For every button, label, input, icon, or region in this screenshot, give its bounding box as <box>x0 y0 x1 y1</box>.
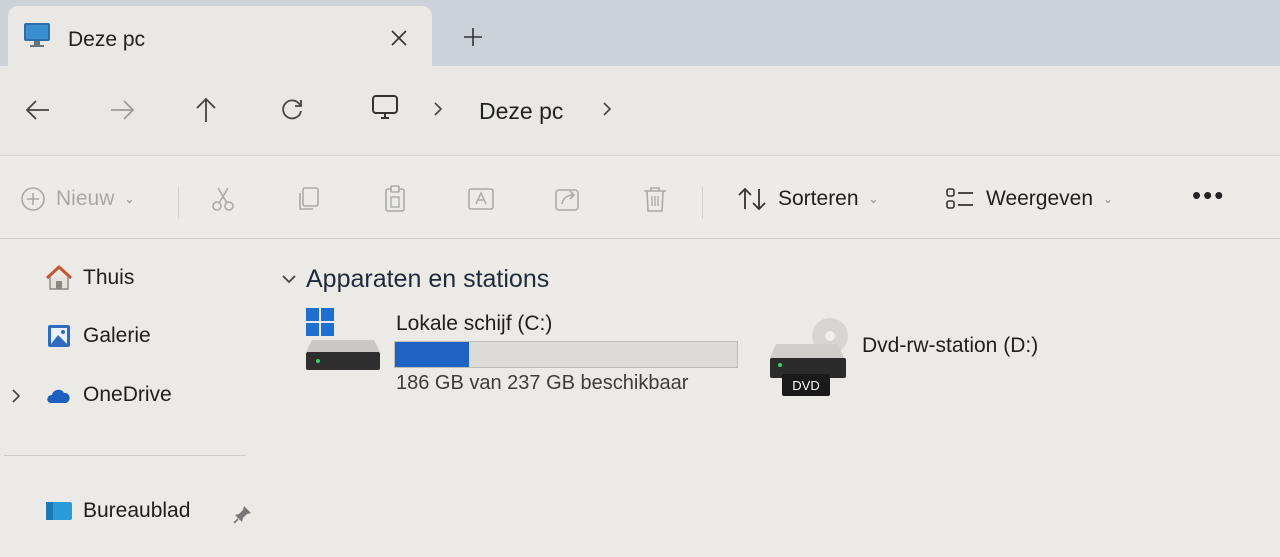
chevron-down-icon: ⌄ <box>868 192 879 206</box>
plus-icon <box>464 28 482 46</box>
desktop-icon <box>44 496 74 526</box>
delete-button[interactable] <box>640 179 670 219</box>
copy-icon <box>299 187 319 210</box>
paste-button[interactable] <box>380 179 410 219</box>
home-icon <box>44 263 74 293</box>
chevron-down-icon <box>282 275 296 284</box>
refresh-button[interactable] <box>272 90 312 130</box>
sidebar-divider <box>4 455 246 456</box>
divider <box>702 187 703 219</box>
sidebar-item-gallery[interactable]: Galerie <box>44 318 151 354</box>
arrow-left-icon <box>25 100 49 120</box>
arrow-right-icon <box>111 100 135 120</box>
view-list-icon <box>946 188 973 209</box>
divider <box>178 187 179 219</box>
chevron-down-icon: ⌄ <box>1103 192 1114 206</box>
more-options-button[interactable]: ••• <box>1192 180 1225 211</box>
rename-button[interactable] <box>466 179 496 219</box>
drive-c-name: Lokale schijf (C:) <box>396 312 553 335</box>
new-button[interactable]: Nieuw ⌄ <box>20 179 134 219</box>
sidebar-item-home[interactable]: Thuis <box>44 260 134 296</box>
breadcrumb-item[interactable]: Deze pc <box>479 98 563 125</box>
monitor-icon <box>372 95 398 119</box>
close-icon <box>391 30 407 46</box>
gallery-icon <box>44 321 74 351</box>
drive-d-name: Dvd-rw-station (D:) <box>862 334 1039 357</box>
arrow-up-icon <box>196 97 216 122</box>
share-button[interactable] <box>553 179 583 219</box>
cloud-icon <box>44 380 74 410</box>
scissors-icon <box>212 187 234 211</box>
pin-icon[interactable] <box>232 503 254 525</box>
share-icon <box>555 189 579 211</box>
drive-c-free-space: 186 GB van 237 GB beschikbaar <box>396 372 689 394</box>
drive-c-usage-bar <box>394 341 738 368</box>
cut-button[interactable] <box>208 179 238 219</box>
add-circle-icon <box>21 187 45 211</box>
breadcrumb-chevron-icon[interactable] <box>428 96 448 122</box>
rename-icon <box>468 188 494 210</box>
breadcrumb-chevron-icon[interactable] <box>597 96 617 122</box>
forward-button[interactable] <box>102 90 142 130</box>
tab-bar: Deze pc <box>0 0 1280 66</box>
view-button[interactable]: Weergeven ⌄ <box>944 179 1113 219</box>
command-bar: Nieuw ⌄ Sorteren ⌄ Weergeven ⌄ <box>0 157 1280 239</box>
navigation-pane: Thuis Galerie OneDrive Bureaublad <box>0 240 260 557</box>
new-tab-button[interactable] <box>456 20 490 54</box>
sidebar-item-desktop[interactable]: Bureaublad <box>44 493 190 529</box>
refresh-icon <box>282 99 302 120</box>
section-header-devices[interactable]: Apparaten en stations <box>280 262 549 296</box>
up-button[interactable] <box>186 90 226 130</box>
section-title: Apparaten en stations <box>306 264 550 293</box>
hard-drive-icon <box>302 306 384 378</box>
dvd-drive-icon: DVD <box>766 314 852 400</box>
sort-button[interactable]: Sorteren ⌄ <box>736 179 879 219</box>
copy-button[interactable] <box>294 179 324 219</box>
drive-c-usage-fill <box>395 342 469 367</box>
dvd-badge: DVD <box>792 378 819 393</box>
sort-icon <box>738 187 766 211</box>
back-button[interactable] <box>18 90 58 130</box>
breadcrumb-pc-button[interactable] <box>364 88 406 128</box>
tab-deze-pc[interactable]: Deze pc <box>8 6 432 66</box>
trash-icon <box>644 187 666 212</box>
tab-title: Deze pc <box>68 28 146 51</box>
computer-icon <box>22 20 52 50</box>
address-bar: Deze pc <box>0 66 1280 156</box>
close-tab-button[interactable] <box>382 21 416 55</box>
clipboard-icon <box>385 185 405 212</box>
onedrive-expand-chevron[interactable] <box>8 385 24 407</box>
chevron-down-icon: ⌄ <box>124 192 135 206</box>
chevron-right-icon <box>12 389 21 403</box>
sidebar-item-onedrive[interactable]: OneDrive <box>44 377 172 413</box>
